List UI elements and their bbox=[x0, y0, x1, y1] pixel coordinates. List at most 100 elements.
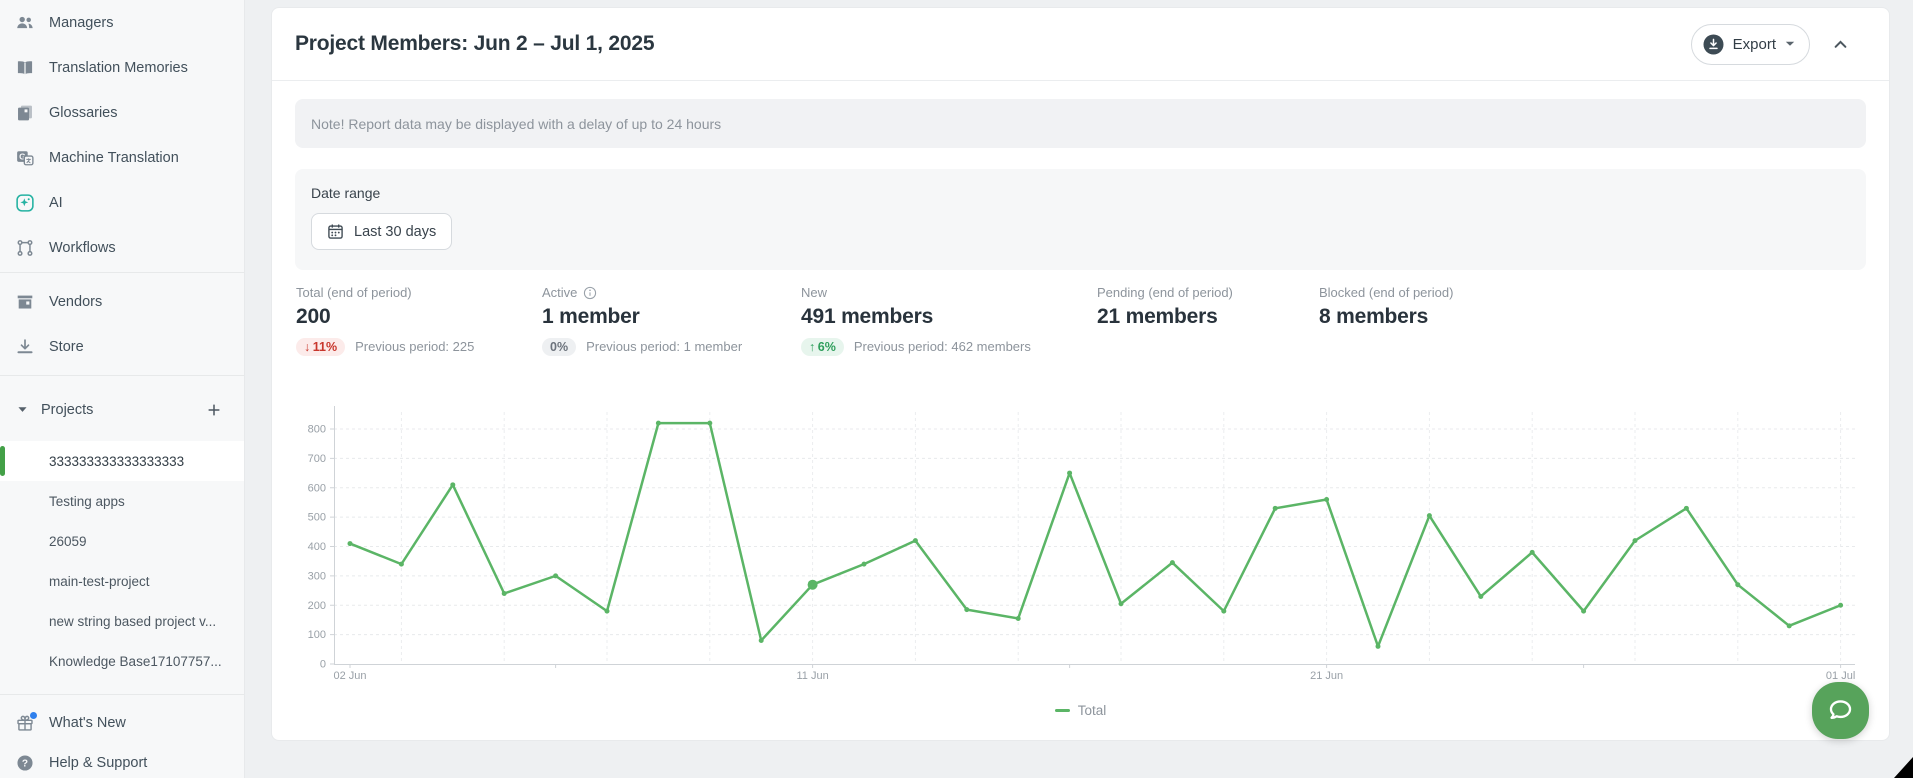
project-item-label: Knowledge Base17107757... bbox=[49, 654, 222, 669]
project-item-26059[interactable]: 26059 bbox=[0, 521, 244, 561]
data-point-26-Jun[interactable] bbox=[1581, 609, 1586, 614]
stat-blocked-end-of-period: Blocked (end of period)8 members bbox=[1319, 285, 1453, 356]
data-point-06-Jun[interactable] bbox=[553, 573, 558, 578]
data-point-30-Jun[interactable] bbox=[1787, 623, 1792, 628]
chevron-up-icon bbox=[1832, 36, 1849, 53]
data-point-02-Jun[interactable] bbox=[348, 541, 353, 546]
stat-label: Active bbox=[542, 285, 577, 300]
store-download-icon bbox=[16, 338, 34, 356]
data-point-25-Jun[interactable] bbox=[1530, 550, 1535, 555]
add-project-button[interactable] bbox=[202, 398, 226, 422]
data-point-03-Jun[interactable] bbox=[399, 562, 404, 567]
sidebar-item-label: Store bbox=[49, 339, 84, 355]
data-point-14-Jun[interactable] bbox=[964, 607, 969, 612]
data-point-23-Jun[interactable] bbox=[1427, 513, 1432, 518]
sidebar-item-label: Help & Support bbox=[49, 755, 147, 771]
data-point-19-Jun[interactable] bbox=[1221, 609, 1226, 614]
sidebar-item-ai[interactable]: AI bbox=[0, 180, 244, 225]
data-point-05-Jun[interactable] bbox=[502, 591, 507, 596]
previous-period-label: Previous period: 462 members bbox=[854, 339, 1031, 354]
project-item-testing-apps[interactable]: Testing apps bbox=[0, 481, 244, 521]
projects-section-header: Projects bbox=[0, 378, 244, 441]
download-circle-icon bbox=[1703, 34, 1724, 55]
sidebar-item-store[interactable]: Store bbox=[0, 324, 244, 369]
data-point-04-Jun[interactable] bbox=[450, 482, 455, 487]
y-axis-label: 500 bbox=[308, 512, 326, 524]
delta-badge: ↓ 11% bbox=[296, 338, 345, 356]
data-point-08-Jun[interactable] bbox=[656, 421, 661, 426]
caret-down-icon[interactable] bbox=[17, 404, 28, 415]
data-point-11-Jun[interactable] bbox=[808, 580, 818, 590]
data-point-18-Jun[interactable] bbox=[1170, 560, 1175, 565]
stat-label: Total (end of period) bbox=[296, 285, 412, 300]
svg-text:?: ? bbox=[22, 759, 28, 770]
y-axis-label: 600 bbox=[308, 482, 326, 494]
data-point-15-Jun[interactable] bbox=[1016, 616, 1021, 621]
sidebar-item-label: Machine Translation bbox=[49, 150, 179, 166]
legend-line-swatch bbox=[1055, 709, 1070, 712]
info-icon[interactable] bbox=[583, 286, 597, 300]
open-book-icon bbox=[16, 59, 34, 77]
data-point-17-Jun[interactable] bbox=[1119, 601, 1124, 606]
total-series-line bbox=[350, 423, 1841, 646]
date-range-panel: Date range Last 30 days bbox=[295, 169, 1866, 270]
unread-badge-dot bbox=[30, 712, 37, 719]
project-item-label: Testing apps bbox=[49, 494, 125, 509]
data-point-13-Jun[interactable] bbox=[913, 538, 918, 543]
project-item-label: 26059 bbox=[49, 534, 87, 549]
x-axis-label: 02 Jun bbox=[333, 670, 366, 682]
data-point-20-Jun[interactable] bbox=[1273, 506, 1278, 511]
selected-indicator-bar bbox=[0, 446, 5, 476]
data-point-01-Jul[interactable] bbox=[1838, 603, 1843, 608]
y-axis-label: 400 bbox=[308, 541, 326, 553]
note-text: Note! Report data may be displayed with … bbox=[311, 116, 721, 132]
caret-down-icon bbox=[1785, 41, 1795, 47]
data-point-29-Jun[interactable] bbox=[1735, 582, 1740, 587]
project-item-main-test-project[interactable]: main-test-project bbox=[0, 561, 244, 601]
chart-legend[interactable]: Total bbox=[295, 703, 1866, 718]
data-point-24-Jun[interactable] bbox=[1478, 594, 1483, 599]
sidebar-item-managers[interactable]: Managers bbox=[0, 0, 244, 45]
project-item-333333333333333333[interactable]: 333333333333333333 bbox=[0, 441, 244, 481]
sidebar-nav-main: ManagersTranslation MemoriesGlossariesGM… bbox=[0, 0, 244, 270]
stat-value: 1 member bbox=[542, 305, 801, 329]
export-button[interactable]: Export bbox=[1691, 24, 1810, 65]
data-point-07-Jun[interactable] bbox=[605, 609, 610, 614]
sidebar-item-machine-translation[interactable]: GMachine Translation bbox=[0, 135, 244, 180]
sidebar-item-help-support[interactable]: ? Help & Support bbox=[0, 743, 244, 778]
data-point-27-Jun[interactable] bbox=[1633, 538, 1638, 543]
collapse-report-button[interactable] bbox=[1832, 36, 1849, 53]
stat-total-end-of-period: Total (end of period)200↓ 11%Previous pe… bbox=[296, 285, 542, 356]
help-circle-icon: ? bbox=[16, 754, 34, 772]
chat-bubble-icon bbox=[1825, 695, 1856, 726]
x-axis-label: 11 Jun bbox=[796, 670, 828, 682]
projects-header-label[interactable]: Projects bbox=[41, 402, 202, 418]
data-point-16-Jun[interactable] bbox=[1067, 471, 1072, 476]
project-item-knowledge-base17107757[interactable]: Knowledge Base17107757... bbox=[0, 641, 244, 681]
sidebar-item-what-s-new[interactable]: What's New bbox=[0, 703, 244, 743]
sidebar-item-translation-memories[interactable]: Translation Memories bbox=[0, 45, 244, 90]
delta-badge: ↑ 6% bbox=[801, 338, 844, 356]
data-point-28-Jun[interactable] bbox=[1684, 506, 1689, 511]
previous-period-label: Previous period: 1 member bbox=[586, 339, 742, 354]
sidebar-item-workflows[interactable]: Workflows bbox=[0, 225, 244, 270]
members-chart: 010020030040050060070080002 Jun11 Jun21 … bbox=[295, 398, 1866, 695]
delta-badge: 0% bbox=[542, 338, 576, 356]
sidebar-item-label: Vendors bbox=[49, 294, 102, 310]
data-point-10-Jun[interactable] bbox=[759, 638, 764, 643]
y-axis-label: 0 bbox=[320, 659, 326, 671]
y-axis-label: 200 bbox=[308, 600, 326, 612]
date-range-button[interactable]: Last 30 days bbox=[311, 213, 452, 250]
project-item-new-string-based-project-v[interactable]: new string based project v... bbox=[0, 601, 244, 641]
chat-launcher-button[interactable] bbox=[1812, 682, 1869, 739]
sidebar-item-vendors[interactable]: Vendors bbox=[0, 279, 244, 324]
data-point-09-Jun[interactable] bbox=[707, 421, 712, 426]
sidebar-item-glossaries[interactable]: Glossaries bbox=[0, 90, 244, 135]
sidebar: ManagersTranslation MemoriesGlossariesGM… bbox=[0, 0, 245, 778]
glossary-icon bbox=[16, 104, 34, 122]
data-point-21-Jun[interactable] bbox=[1324, 497, 1329, 502]
data-point-12-Jun[interactable] bbox=[862, 562, 867, 567]
sidebar-item-label: What's New bbox=[49, 715, 126, 731]
users-icon bbox=[16, 14, 34, 32]
data-point-22-Jun[interactable] bbox=[1376, 644, 1381, 649]
